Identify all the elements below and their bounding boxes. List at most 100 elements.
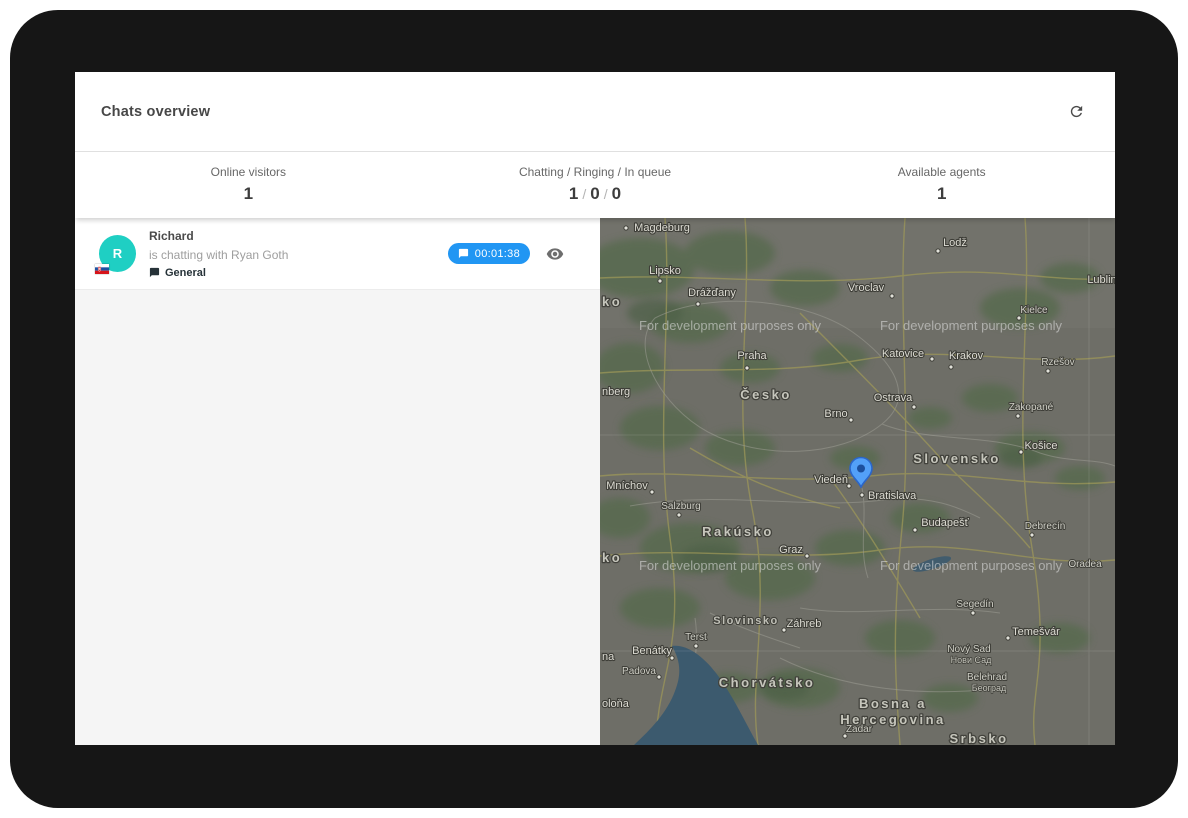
map-city-dot [913, 528, 917, 532]
map-city-dot [936, 249, 940, 253]
map-label: Srbsko [949, 731, 1008, 745]
header: Chats overview [75, 72, 1115, 152]
page-title: Chats overview [101, 104, 210, 120]
map-label: Benátky [632, 645, 672, 657]
map-label: Београд [972, 683, 1007, 693]
map-label: Brno [824, 408, 847, 420]
stat-value: 1 [75, 184, 422, 204]
stat-label: Chatting / Ringing / In queue [422, 165, 769, 179]
map-label: Belehrad [967, 672, 1007, 683]
map-label: Salzburg [661, 501, 700, 512]
map-label: oloňa [602, 698, 630, 710]
map-city-dot [1006, 636, 1010, 640]
map-city-dot [1019, 450, 1023, 454]
group-icon [149, 267, 160, 278]
map-label: Terst [685, 632, 707, 643]
stat-queue-count: 0 [612, 184, 621, 203]
map-label: na [602, 651, 615, 663]
map-label: Nový Sad [947, 644, 990, 655]
chat-status-text: is chatting with Ryan Goth [149, 248, 448, 262]
map-city-dot [694, 644, 698, 648]
map-city-dot [1017, 316, 1021, 320]
map-label: Bosna a [859, 696, 927, 711]
stat-available-agents: Available agents 1 [768, 152, 1115, 218]
chat-info: Richard is chatting with Ryan Goth Gener… [149, 229, 448, 279]
slovakia-flag-icon [95, 264, 109, 274]
main-content: R Richard is chatting with Ryan Goth [75, 218, 1115, 745]
stat-online-visitors: Online visitors 1 [75, 152, 422, 218]
map-city-dot [782, 628, 786, 632]
map-watermark: For development purposes only [880, 558, 1063, 573]
map-label: Česko [740, 387, 792, 402]
map-label: ko [602, 294, 622, 309]
map-city-dot [805, 554, 809, 558]
map-watermark: For development purposes only [639, 318, 822, 333]
map-label: Zakopané [1009, 402, 1054, 413]
map-city-dot [949, 365, 953, 369]
map-city-dot [849, 418, 853, 422]
map-city-dot [650, 490, 654, 494]
map-label: Katovice [882, 348, 924, 360]
map-label: Rakúsko [702, 524, 774, 539]
map-label: Padova [622, 666, 656, 677]
visitor-name: Richard [149, 229, 448, 243]
map-label: Segedín [956, 599, 993, 610]
view-chat-button[interactable] [542, 241, 568, 267]
map-city-dot [1046, 369, 1050, 373]
map-label: nberg [602, 386, 630, 398]
map-label: Zadar [846, 724, 873, 735]
map-label: Slovensko [913, 451, 1001, 466]
map-label: Kielce [1020, 305, 1048, 316]
map-label: Lublin [1087, 274, 1115, 286]
app-window: Chats overview Online visitors 1 Chattin… [75, 72, 1115, 745]
stat-chatting-count: 1 [569, 184, 578, 203]
map[interactable]: For development purposes only For develop… [600, 218, 1115, 745]
map-label: Viedeň [814, 474, 848, 486]
map-label: ko [602, 550, 622, 565]
chat-timer: 00:01:38 [475, 248, 520, 260]
map-label: Drážďany [688, 287, 736, 299]
stats-bar: Online visitors 1 Chatting / Ringing / I… [75, 152, 1115, 218]
device-frame: Chats overview Online visitors 1 Chattin… [10, 10, 1178, 808]
map-label: Oradea [1068, 559, 1102, 570]
map-label: Ostrava [874, 392, 913, 404]
chat-bubble-icon [458, 248, 469, 259]
stat-value: 1/0/0 [422, 184, 769, 204]
map-city-dot [912, 405, 916, 409]
chat-list: R Richard is chatting with Ryan Goth [75, 218, 600, 745]
map-label: Krakov [949, 350, 984, 362]
map-label: Košice [1024, 440, 1057, 452]
map-label: Temešvár [1012, 626, 1060, 638]
map-city-dot [971, 611, 975, 615]
chat-timer-badge: 00:01:38 [448, 243, 530, 264]
map-label: Lodž [943, 237, 967, 249]
map-city-dot [657, 675, 661, 679]
stat-separator: / [582, 186, 586, 202]
map-watermark: For development purposes only [880, 318, 1063, 333]
map-label: Rzešov [1041, 357, 1074, 368]
map-label: Záhreb [787, 618, 822, 630]
refresh-button[interactable] [1064, 99, 1089, 124]
map-city-dot [1016, 414, 1020, 418]
map-city-dot [860, 493, 864, 497]
stat-value: 1 [768, 184, 1115, 204]
stat-ringing-count: 0 [590, 184, 599, 203]
map-label: Lipsko [649, 265, 681, 277]
map-watermark: For development purposes only [639, 558, 822, 573]
refresh-icon [1068, 103, 1085, 120]
avatar: R [99, 235, 136, 272]
stat-label: Available agents [768, 165, 1115, 179]
avatar-letter: R [113, 246, 122, 261]
chat-list-item[interactable]: R Richard is chatting with Ryan Goth [75, 218, 600, 290]
map-label: Magdeburg [634, 222, 690, 234]
group-label: General [165, 267, 206, 279]
map-city-dot [890, 294, 894, 298]
map-label: Graz [779, 544, 803, 556]
map-label: Budapešť [921, 517, 969, 529]
map-label: Slovinsko [713, 615, 778, 627]
stat-separator: / [604, 186, 608, 202]
eye-icon [546, 245, 564, 263]
map-label: Chorvátsko [719, 675, 816, 690]
map-label: Vroclav [848, 282, 885, 294]
map-label: Mníchov [606, 480, 648, 492]
